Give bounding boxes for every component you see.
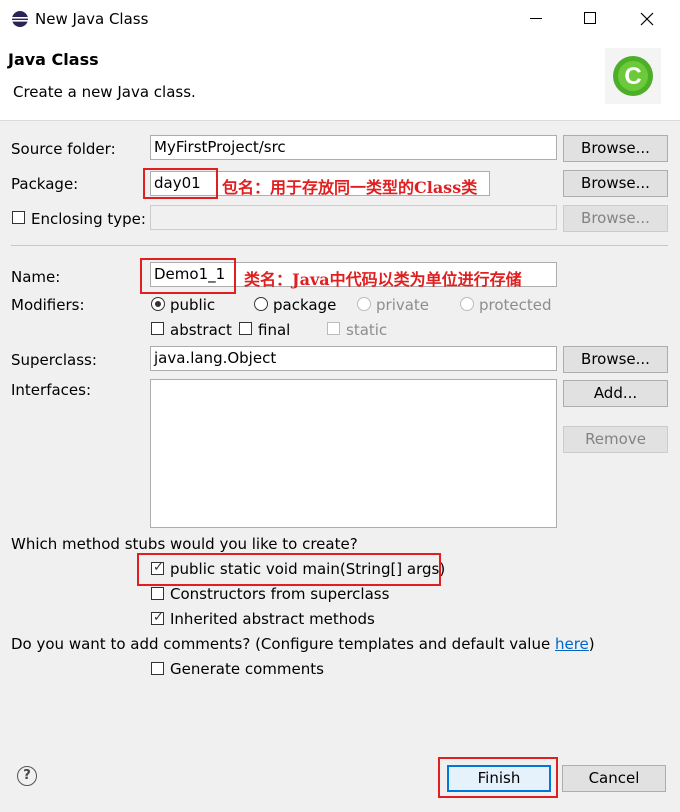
name-label: Name: <box>11 268 61 286</box>
source-folder-input[interactable]: MyFirstProject/src <box>150 135 557 160</box>
superclass-browse-button[interactable]: Browse... <box>563 346 668 373</box>
modifier-abstract-label: abstract <box>170 321 232 339</box>
modifier-public-label: public <box>170 296 216 314</box>
interfaces-label: Interfaces: <box>11 381 92 399</box>
interfaces-list[interactable] <box>150 379 557 528</box>
interfaces-remove-button: Remove <box>563 426 668 453</box>
eclipse-icon <box>12 11 28 27</box>
name-highlight <box>140 258 236 294</box>
package-browse-button[interactable]: Browse... <box>563 170 668 197</box>
stubs-question: Which method stubs would you like to cre… <box>11 535 358 553</box>
modifiers-label: Modifiers: <box>11 296 85 314</box>
finish-button[interactable]: Finish <box>447 765 551 792</box>
stub-inherited-checkbox[interactable]: ✓ <box>151 610 164 625</box>
modifier-public-radio[interactable] <box>151 297 165 311</box>
cancel-button[interactable]: Cancel <box>562 765 666 792</box>
package-highlight <box>143 168 218 199</box>
modifier-static-label: static <box>346 321 388 339</box>
stub-constructors-label: Constructors from superclass <box>170 585 390 603</box>
enclosing-type-browse-button: Browse... <box>563 205 668 232</box>
modifier-package-radio[interactable] <box>254 297 268 311</box>
modifier-package-label: package <box>273 296 337 314</box>
configure-templates-link[interactable]: here <box>555 635 589 653</box>
source-folder-label: Source folder: <box>11 140 116 158</box>
minimize-icon[interactable] <box>530 18 542 19</box>
window-title: New Java Class <box>35 10 149 28</box>
modifier-private-radio <box>357 297 371 311</box>
modifier-static-checkbox <box>327 322 340 335</box>
close-icon[interactable] <box>640 12 654 26</box>
enclosing-type-input <box>150 205 557 230</box>
stub-constructors-checkbox[interactable] <box>151 587 164 600</box>
modifier-final-checkbox[interactable] <box>239 322 252 335</box>
generate-comments-checkbox[interactable] <box>151 662 164 675</box>
separator <box>11 245 668 246</box>
modifier-private-label: private <box>376 296 430 314</box>
package-label: Package: <box>11 175 79 193</box>
modifier-protected-label: protected <box>479 296 552 314</box>
name-annotation: 类名：Java中代码以类为单位进行存储 <box>244 270 522 289</box>
comments-question: Do you want to add comments? (Configure … <box>11 635 595 653</box>
comments-question-text: Do you want to add comments? (Configure … <box>11 635 555 653</box>
java-class-wizard-icon: C <box>605 48 661 104</box>
generate-comments-label: Generate comments <box>170 660 324 678</box>
enclosing-type-label: Enclosing type: <box>31 210 146 228</box>
modifier-abstract-checkbox[interactable] <box>151 322 164 335</box>
wizard-description: Create a new Java class. <box>13 83 196 101</box>
source-folder-browse-button[interactable]: Browse... <box>563 135 668 162</box>
title-bar: New Java Class <box>0 0 680 38</box>
maximize-icon[interactable] <box>584 12 596 24</box>
modifier-protected-radio <box>460 297 474 311</box>
help-icon[interactable]: ? <box>17 766 37 786</box>
wizard-banner: Java Class Create a new Java class. C <box>0 38 680 121</box>
stub-inherited-label: Inherited abstract methods <box>170 610 375 628</box>
main-stub-highlight <box>137 553 441 586</box>
enclosing-type-checkbox[interactable] <box>12 211 25 224</box>
superclass-label: Superclass: <box>11 351 97 369</box>
package-annotation: 包名：用于存放同一类型的Class类 <box>222 178 478 197</box>
wizard-heading: Java Class <box>8 50 99 69</box>
modifier-final-label: final <box>258 321 291 339</box>
superclass-input[interactable]: java.lang.Object <box>150 346 557 371</box>
svg-text:C: C <box>624 63 641 90</box>
interfaces-add-button[interactable]: Add... <box>563 380 668 407</box>
comments-question-end: ) <box>588 635 595 653</box>
